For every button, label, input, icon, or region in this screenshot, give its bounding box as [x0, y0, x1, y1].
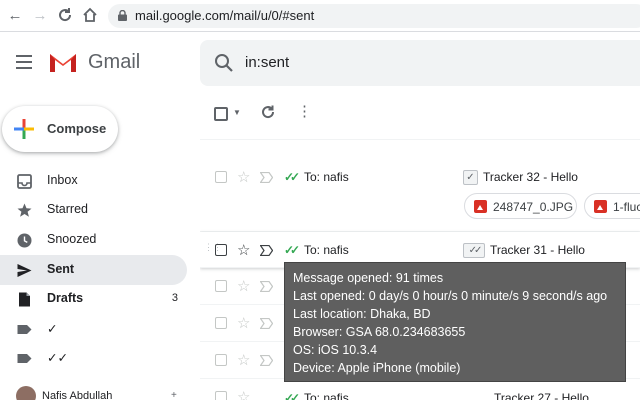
send-icon — [17, 264, 32, 277]
tooltip-location: Last location: Dhaka, BD — [293, 307, 431, 321]
star-icon[interactable]: ☆ — [237, 316, 250, 331]
home-icon[interactable] — [81, 7, 99, 25]
star-icon[interactable]: ☆ — [237, 353, 250, 368]
inbox-icon — [17, 174, 32, 189]
row-checkbox[interactable] — [215, 244, 227, 256]
importance-icon[interactable] — [260, 355, 273, 366]
address-bar[interactable]: mail.google.com/mail/u/0/#sent — [108, 4, 640, 28]
row-checkbox[interactable] — [215, 391, 227, 400]
avatar — [16, 386, 36, 400]
search-icon[interactable] — [214, 53, 234, 73]
read-receipt-icon: ✓✓ — [284, 243, 300, 257]
row-recipient: To: nafis — [304, 170, 349, 184]
tracker-tooltip: Message opened: 91 times Last opened: 0 … — [284, 262, 626, 382]
reload-icon[interactable] — [56, 7, 74, 25]
sidebar-item-label: Inbox — [47, 173, 78, 187]
sidebar-item-label: Drafts — [47, 291, 84, 305]
add-contact-icon[interactable]: + — [171, 390, 177, 400]
image-icon — [594, 200, 607, 213]
star-icon — [17, 203, 32, 217]
hangouts-user[interactable]: Nafis Abdullah + — [0, 384, 190, 400]
star-icon[interactable]: ☆ — [237, 170, 250, 185]
row-subject: Tracker 31 - Hello — [490, 243, 585, 257]
sidebar-item-sent[interactable]: Sent — [0, 255, 187, 285]
star-icon[interactable]: ☆ — [237, 390, 250, 400]
star-icon[interactable]: ☆ — [237, 279, 250, 294]
plus-icon — [14, 119, 34, 139]
tooltip-browser: Browser: GSA 68.0.234683655 — [293, 325, 466, 339]
select-all-checkbox[interactable] — [214, 107, 228, 121]
importance-icon[interactable] — [260, 281, 273, 292]
row-checkbox[interactable] — [215, 280, 227, 292]
sidebar-item-label: Snoozed — [47, 232, 97, 246]
sidebar-item-snoozed[interactable]: Snoozed — [0, 225, 187, 255]
search-bar[interactable]: in:sent — [200, 40, 640, 86]
arrow-back-icon[interactable]: ← — [6, 7, 24, 25]
search-input[interactable]: in:sent — [245, 54, 289, 71]
sidebar-item-label: ✓✓ — [47, 351, 68, 365]
sidebar-item-label-double-check[interactable]: ✓✓ — [0, 343, 187, 373]
compose-button[interactable]: Compose — [2, 106, 118, 152]
image-icon — [474, 200, 487, 213]
drag-handle-icon[interactable]: ⋮⋮ — [204, 243, 222, 257]
row-recipient: To: nafis — [304, 391, 349, 400]
sidebar-item-label: Sent — [47, 262, 75, 276]
drafts-count: 3 — [171, 292, 178, 304]
compose-label: Compose — [47, 121, 107, 136]
chevron-down-icon[interactable]: ▼ — [233, 108, 241, 117]
refresh-icon[interactable] — [260, 104, 276, 120]
row-checkbox[interactable] — [215, 317, 227, 329]
tooltip-os: OS: iOS 10.3.4 — [293, 343, 378, 357]
attachment-chip[interactable]: 1-fluc — [584, 193, 640, 219]
attachment-name: 248747_0.JPG — [493, 200, 574, 214]
sidebar-item-label: Starred — [47, 202, 88, 216]
url-text: mail.google.com/mail/u/0/#sent — [135, 8, 315, 23]
tooltip-last-opened: Last opened: 0 day/s 0 hour/s 0 minute/s… — [293, 289, 608, 303]
label-icon — [17, 354, 32, 363]
star-icon[interactable]: ☆ — [237, 243, 250, 258]
app-name: Gmail — [88, 51, 141, 73]
row-checkbox[interactable] — [215, 354, 227, 366]
row-recipient: To: nafis — [304, 243, 349, 257]
draft-icon — [19, 292, 30, 307]
row-subject: Tracker 27 - Hello — [494, 391, 589, 400]
sidebar-item-starred[interactable]: Starred — [0, 195, 187, 225]
user-name: Nafis Abdullah — [42, 390, 113, 400]
clock-icon — [17, 233, 32, 248]
tooltip-device: Device: Apple iPhone (mobile) — [293, 361, 461, 375]
importance-icon[interactable] — [260, 245, 273, 256]
more-options-icon[interactable]: ⋮ — [297, 104, 312, 120]
gmail-logo[interactable] — [48, 50, 78, 74]
row-checkbox[interactable] — [215, 171, 227, 183]
table-row[interactable]: ☆ ✓✓ To: nafis Tracker 27 - Hello — [200, 379, 640, 400]
attachment-name: 1-fluc — [613, 200, 640, 214]
tooltip-opened-count: Message opened: 91 times — [293, 271, 444, 285]
row-subject: Tracker 32 - Hello — [483, 170, 578, 184]
sidebar-item-label-check[interactable]: ✓ — [0, 314, 187, 344]
sidebar-item-inbox[interactable]: Inbox — [0, 166, 187, 196]
label-icon — [17, 325, 32, 334]
table-row[interactable]: ☆ ✓✓ To: nafis ✓ Tracker 32 - Hello 2487… — [200, 140, 640, 232]
tracker-tag: ✓✓ — [463, 243, 485, 258]
arrow-forward-icon[interactable]: → — [31, 7, 49, 25]
main-menu-icon[interactable] — [16, 55, 32, 69]
importance-icon[interactable] — [260, 172, 273, 183]
read-receipt-icon: ✓✓ — [284, 170, 300, 184]
importance-icon[interactable] — [260, 318, 273, 329]
attachment-chip[interactable]: 248747_0.JPG — [464, 193, 577, 219]
read-receipt-icon: ✓✓ — [284, 391, 300, 400]
sidebar-item-label: ✓ — [47, 322, 58, 336]
browser-toolbar: ← → mail.google.com/mail/u/0/#sent — [0, 0, 640, 32]
sidebar-item-drafts[interactable]: Drafts 3 — [0, 284, 187, 314]
tracker-tag: ✓ — [463, 170, 478, 185]
lock-icon — [118, 10, 127, 21]
